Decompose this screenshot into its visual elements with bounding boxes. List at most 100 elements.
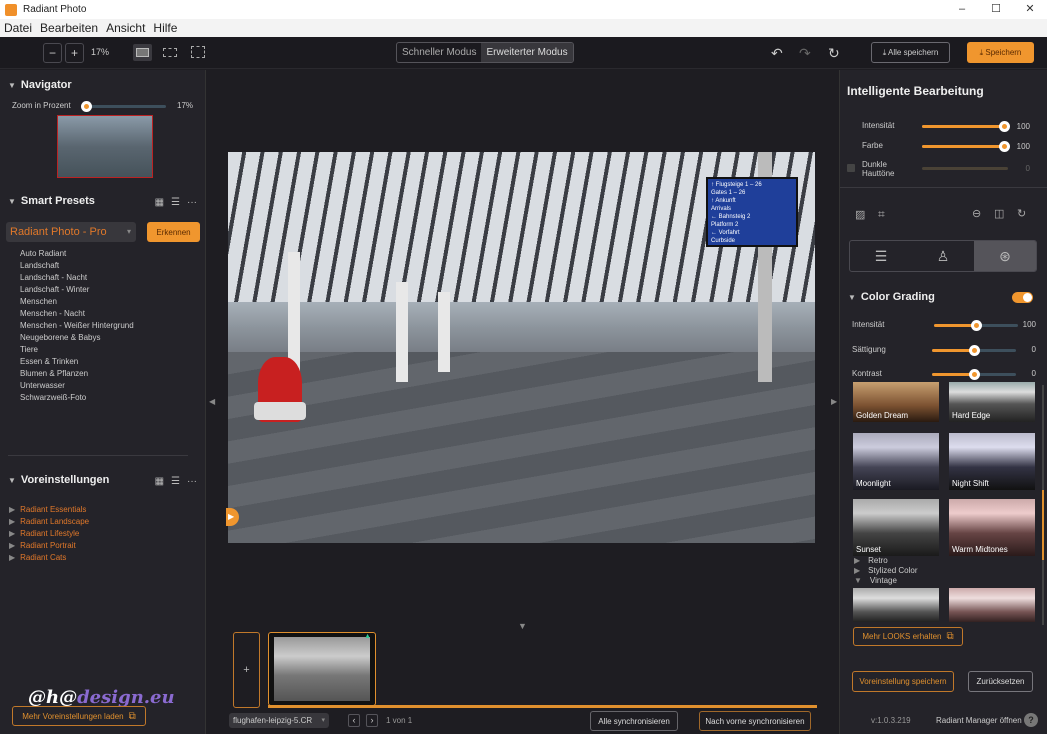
main-photo[interactable]: ↑ Flugsteige 1 – 26 Gates 1 – 26 ↑ Ankun… [228,152,815,543]
help-icon[interactable]: ? [1024,713,1038,727]
preset-item[interactable]: Essen & Trinken [20,356,134,368]
cg-saturation-slider[interactable] [932,345,1016,356]
more-looks-button[interactable]: Mehr LOOKS erhalten ⧉ [853,627,963,646]
grid-view-icon[interactable]: ▦ [155,476,164,487]
flip-horizontal-icon[interactable]: ◫ [994,207,1004,220]
tab-adjustments[interactable]: ☰ [850,241,912,271]
close-button[interactable]: ✕ [1013,0,1047,19]
tab-quick-mode[interactable]: Schneller Modus [397,43,481,62]
look-moonlight[interactable]: Moonlight [853,433,939,490]
image-icon[interactable]: ▨ [855,208,865,221]
file-select[interactable]: flughafen-leipzig-5.CR [229,713,329,728]
look-group-vintage[interactable]: ▼ Vintage [854,576,918,586]
cg-intensity-slider[interactable] [934,320,1018,331]
sync-forward-button[interactable]: Nach vorne synchronisieren [699,711,811,731]
minimize-button[interactable]: – [945,0,979,19]
tab-portrait[interactable]: ♙ [912,241,974,271]
look-vintage-1[interactable] [853,588,939,622]
slider-knob[interactable] [80,101,92,112]
navigator-thumbnail[interactable] [57,115,153,178]
preset-group[interactable]: ▶ Radiant Portrait [9,540,89,552]
scrollbar-thumb[interactable] [1042,490,1044,560]
color-slider[interactable] [922,141,1010,152]
save-all-button[interactable]: ⤓ Alle speichern [871,42,950,63]
slider-knob[interactable] [969,369,980,380]
color-grading-header[interactable]: ▼ Color Grading [848,291,935,303]
tab-color-grading[interactable]: ⊛ [974,241,1036,271]
split-view-icon[interactable] [163,48,177,57]
smart-preset-select[interactable]: Radiant Photo - Pro [6,222,136,242]
preset-item[interactable]: Auto Radiant [20,248,134,260]
next-image-button[interactable]: › [366,714,378,727]
cg-contrast-slider[interactable] [932,369,1016,380]
menu-datei[interactable]: Datei [0,21,36,35]
intensity-slider[interactable] [922,121,1010,132]
look-sunset[interactable]: Sunset [853,499,939,556]
preset-item[interactable]: Landschaft [20,260,134,272]
redo-icon[interactable]: ↷ [799,43,811,63]
preset-item[interactable]: Neugeborene & Babys [20,332,134,344]
slider-knob[interactable] [971,320,982,331]
add-image-button[interactable]: + [233,632,260,708]
preset-item[interactable]: Blumen & Pflanzen [20,368,134,380]
preset-item[interactable]: Landschaft - Winter [20,284,134,296]
preset-group[interactable]: ▶ Radiant Lifestyle [9,528,89,540]
zoom-in-button[interactable]: + [65,43,84,63]
menu-hilfe[interactable]: Hilfe [149,21,181,35]
preset-item[interactable]: Unterwasser [20,380,134,392]
save-preset-button[interactable]: Voreinstellung speichern [852,671,954,692]
navigator-header[interactable]: ▼ Navigator [8,79,72,91]
look-vintage-2[interactable] [949,588,1035,622]
prev-image-button[interactable]: ‹ [348,714,360,727]
preset-group[interactable]: ▶ Radiant Cats [9,552,89,564]
preset-group[interactable]: ▶ Radiant Landscape [9,516,89,528]
rotate-icon[interactable]: ↻ [1017,207,1026,220]
maximize-button[interactable]: ☐ [979,0,1013,19]
preset-item[interactable]: Menschen - Weißer Hintergrund [20,320,134,332]
list-view-icon[interactable]: ☰ [171,476,180,487]
smart-presets-header[interactable]: ▼ Smart Presets [8,195,95,207]
more-options-icon[interactable]: ··· [187,476,197,487]
look-group-stylized[interactable]: ▶ Stylized Color [854,566,918,576]
voreinstellungen-header[interactable]: ▼ Voreinstellungen [8,474,109,486]
more-options-icon[interactable]: ··· [187,197,197,208]
look-warm-midtones[interactable]: Warm Midtones [949,499,1035,556]
slider-knob[interactable] [969,345,980,356]
collapse-right-panel-icon[interactable]: ▶ [831,397,837,406]
flip-vertical-icon[interactable]: ⊖ [972,207,981,220]
color-grading-toggle[interactable] [1012,292,1033,303]
looks-scrollbar[interactable] [1042,385,1044,625]
grid-view-icon[interactable]: ▦ [155,197,164,208]
preset-item[interactable]: Landschaft - Nacht [20,272,134,284]
sync-all-button[interactable]: Alle synchronisieren [590,711,678,731]
undo-icon[interactable]: ↶ [771,43,783,63]
preset-group[interactable]: ▶ Radiant Essentials [9,504,89,516]
collapse-left-panel-icon[interactable]: ◀ [209,397,215,406]
look-group-retro[interactable]: ▶ Retro [854,556,918,566]
detect-button[interactable]: Erkennen [147,222,200,242]
preset-item[interactable]: Menschen [20,296,134,308]
compare-view-icon[interactable] [191,46,205,58]
menu-ansicht[interactable]: Ansicht [102,21,149,35]
list-view-icon[interactable]: ☰ [171,197,180,208]
filmstrip-thumbnail[interactable]: ▲ [268,632,376,706]
navigator-zoom-slider[interactable] [80,101,166,112]
tab-advanced-mode[interactable]: Erweiterter Modus [481,43,573,62]
look-golden-dream[interactable]: Golden Dream [853,382,939,422]
reset-button[interactable]: Zurücksetzen [968,671,1033,692]
collapse-filmstrip-icon[interactable]: ▼ [518,621,527,631]
single-view-button[interactable] [133,44,152,61]
menu-bearbeiten[interactable]: Bearbeiten [36,21,102,35]
look-night-shift[interactable]: Night Shift [949,433,1035,490]
reset-icon[interactable]: ↻ [828,43,840,63]
radiant-manager-link[interactable]: Radiant Manager öffnen [936,716,1022,725]
save-button[interactable]: ⤓ Speichern [967,42,1034,63]
look-hard-edge[interactable]: Hard Edge [949,382,1035,422]
more-presets-button[interactable]: Mehr Voreinstellungen laden ⧉ [12,706,146,726]
preset-item[interactable]: Menschen - Nacht [20,308,134,320]
zoom-out-button[interactable]: − [43,43,62,63]
preset-item[interactable]: Tiere [20,344,134,356]
preset-item[interactable]: Schwarzweiß-Foto [20,392,134,404]
dark-skin-checkbox[interactable] [847,164,855,172]
dark-skin-slider[interactable] [922,167,1008,170]
